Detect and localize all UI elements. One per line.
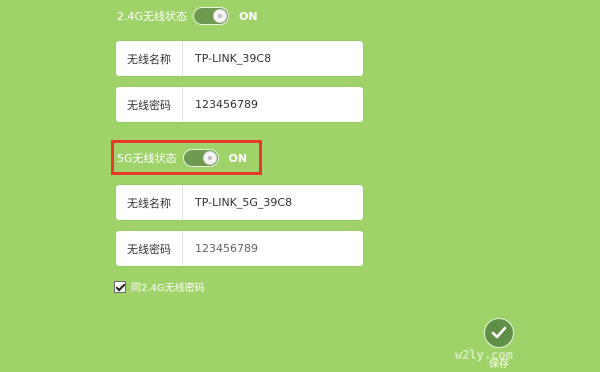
wifi-5g-password-input[interactable]: 123456789 — [183, 242, 258, 255]
wifi-5g-status-row: 5G无线状态 ON — [117, 146, 247, 170]
save-button[interactable] — [484, 318, 514, 348]
wifi-5g-status-label: 5G无线状态 — [117, 152, 177, 165]
same-password-option[interactable]: 同2.4G无线密码 — [114, 279, 205, 294]
checkmark-icon — [491, 326, 507, 339]
wifi-24g-name-input[interactable]: TP-LINK_39C8 — [183, 52, 271, 65]
wifi-5g-toggle[interactable] — [182, 149, 219, 167]
wifi-24g-password-input[interactable]: 123456789 — [183, 98, 258, 111]
toggle-knob — [202, 151, 217, 165]
wifi-24g-password-label: 无线密码 — [116, 87, 183, 122]
wifi-5g-password-label: 无线密码 — [116, 231, 183, 266]
wifi-24g-toggle[interactable] — [193, 7, 230, 25]
wifi-5g-name-label: 无线名称 — [116, 185, 183, 220]
wifi-24g-status-row: 2.4G无线状态 ON — [117, 4, 258, 28]
wifi-24g-name-field[interactable]: 无线名称 TP-LINK_39C8 — [116, 41, 363, 76]
wifi-24g-name-label: 无线名称 — [116, 41, 183, 76]
wifi-24g-password-field[interactable]: 无线密码 123456789 — [116, 87, 363, 122]
wifi-5g-name-field[interactable]: 无线名称 TP-LINK_5G_39C8 — [116, 185, 363, 220]
wifi-5g-name-input[interactable]: TP-LINK_5G_39C8 — [183, 196, 292, 209]
wifi-24g-status-value: ON — [239, 9, 258, 23]
same-password-label: 同2.4G无线密码 — [131, 283, 205, 294]
toggle-knob — [213, 9, 228, 23]
wifi-5g-status-value: ON — [228, 151, 248, 165]
same-password-checkbox[interactable] — [114, 280, 126, 293]
wifi-24g-status-label: 2.4G无线状态 — [117, 10, 188, 23]
wifi-5g-password-field[interactable]: 无线密码 123456789 — [116, 231, 363, 266]
watermark: w2ly.com — [455, 348, 513, 362]
